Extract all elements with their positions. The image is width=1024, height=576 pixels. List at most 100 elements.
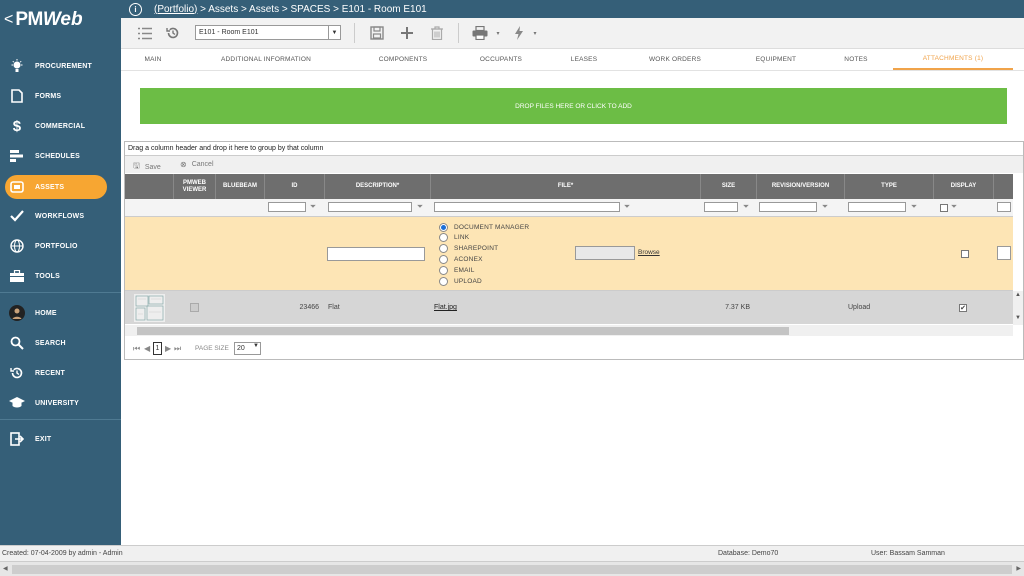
info-icon[interactable]: i	[129, 2, 142, 16]
chevron-down-icon[interactable]: ▾	[527, 25, 543, 41]
breadcrumb-portfolio-link[interactable]: (Portfolio)	[154, 4, 197, 15]
sidebar-item-portfolio[interactable]: PORTFOLIO	[0, 234, 121, 258]
revision-filter-input[interactable]	[759, 202, 817, 212]
vertical-scrollbar[interactable]: ▲ ▼	[1013, 291, 1023, 325]
filter-icon[interactable]: ⏷	[622, 202, 632, 212]
scroll-up-icon[interactable]: ▲	[1015, 292, 1021, 298]
page-horizontal-scrollbar[interactable]: ◀ ▶	[0, 561, 1024, 576]
source-option-email[interactable]: EMAIL	[439, 265, 475, 275]
radio-button[interactable]	[439, 254, 448, 264]
collapse-chevron-icon[interactable]: <	[4, 11, 13, 29]
chevron-down-icon[interactable]: ▼	[253, 343, 259, 349]
page-size-select[interactable]: 20 ▼	[234, 342, 261, 355]
tab-components[interactable]: COMPONENTS	[361, 49, 445, 70]
column-header-display[interactable]: DISPLAY	[934, 174, 994, 199]
pmweb-logo[interactable]: < PM Web	[0, 0, 121, 40]
column-header-description[interactable]: DESCRIPTION*	[325, 174, 431, 199]
list-view-icon[interactable]	[137, 25, 153, 41]
radio-button[interactable]	[439, 222, 448, 232]
browse-link[interactable]: Browse	[638, 249, 660, 256]
scroll-down-icon[interactable]: ▼	[1015, 315, 1021, 321]
tab-additional-information[interactable]: ADDITIONAL INFORMATION	[207, 49, 325, 70]
display-filter-checkbox[interactable]	[939, 203, 949, 213]
source-option-upload[interactable]: UPLOAD	[439, 276, 482, 286]
sidebar-item-home[interactable]: HOME	[0, 301, 121, 325]
tab-main[interactable]: MAIN	[121, 49, 185, 70]
source-option-link[interactable]: LINK	[439, 232, 469, 242]
radio-button[interactable]	[439, 232, 448, 242]
file-path-input[interactable]	[575, 246, 635, 260]
extra-filter-input[interactable]	[997, 202, 1011, 212]
add-icon[interactable]	[399, 25, 415, 41]
sidebar-item-university[interactable]: UNIVERSITY	[0, 391, 121, 415]
radio-button[interactable]	[439, 265, 448, 275]
sidebar-item-commercial[interactable]: $ COMMERCIAL	[0, 114, 121, 138]
filter-icon[interactable]: ⏷	[308, 202, 318, 212]
sidebar-item-exit[interactable]: EXIT	[0, 427, 121, 451]
source-option-sharepoint[interactable]: SHAREPOINT	[439, 243, 498, 253]
radio-button[interactable]	[439, 276, 448, 286]
record-select[interactable]: E101 - Room E101 ▼	[195, 25, 341, 40]
tab-occupants[interactable]: OCCUPANTS	[461, 49, 541, 70]
filter-icon[interactable]: ⏷	[415, 202, 425, 212]
sidebar-item-procurement[interactable]: PROCUREMENT	[0, 54, 121, 78]
filter-icon[interactable]: ⏷	[909, 202, 919, 212]
current-page[interactable]: 1	[153, 342, 162, 355]
lightning-icon[interactable]	[511, 25, 527, 41]
sidebar-item-workflows[interactable]: WORKFLOWS	[0, 204, 121, 228]
prev-page-icon[interactable]: ◀	[144, 344, 150, 353]
sidebar-item-assets[interactable]: ASSETS	[5, 175, 107, 199]
table-row[interactable]: 23466 Flat Flat.jpg 7.37 KB Upload ✔	[125, 291, 1013, 324]
tab-work-orders[interactable]: WORK ORDERS	[627, 49, 723, 70]
description-input[interactable]	[327, 247, 425, 261]
column-header-pmweb-viewer[interactable]: PMWEB VIEWER	[174, 174, 216, 199]
type-filter-input[interactable]	[848, 202, 906, 212]
scroll-left-icon[interactable]: ◀	[3, 565, 8, 572]
sidebar-item-search[interactable]: SEARCH	[0, 331, 121, 355]
print-icon[interactable]	[472, 25, 488, 41]
filter-icon[interactable]: ⏷	[741, 202, 751, 212]
trash-icon[interactable]	[429, 25, 445, 41]
column-header-revision[interactable]: REVISION/VERSION	[757, 174, 845, 199]
source-option-document-manager[interactable]: DOCUMENT MANAGER	[439, 222, 529, 232]
id-filter-input[interactable]	[268, 202, 306, 212]
history-icon[interactable]	[165, 25, 181, 41]
pmweb-viewer-icon[interactable]	[190, 291, 199, 324]
file-thumbnail[interactable]	[134, 291, 165, 324]
filter-icon[interactable]: ⏷	[949, 202, 959, 212]
description-filter-input[interactable]	[328, 202, 412, 212]
column-header-id[interactable]: ID	[265, 174, 325, 199]
tab-equipment[interactable]: EQUIPMENT	[733, 49, 819, 70]
cancel-button[interactable]: ⊗ Cancel	[180, 160, 214, 169]
horizontal-scrollbar[interactable]	[125, 325, 1013, 336]
row-display-checkbox[interactable]: ✔	[959, 291, 967, 324]
save-icon[interactable]	[369, 25, 385, 41]
sidebar-item-recent[interactable]: RECENT	[0, 361, 121, 385]
tab-leases[interactable]: LEASES	[551, 49, 617, 70]
last-page-icon[interactable]: ⏭	[174, 344, 181, 354]
scrollbar-thumb[interactable]	[137, 327, 789, 335]
sidebar-item-forms[interactable]: FORMS	[0, 84, 121, 108]
tab-attachments[interactable]: ATTACHMENTS (1)	[893, 49, 1013, 70]
save-button[interactable]: 🖫 Save	[133, 160, 161, 174]
sidebar-item-schedules[interactable]: SCHEDULES	[0, 144, 121, 168]
column-header-bluebeam[interactable]: BLUEBEAM	[216, 174, 265, 199]
tab-notes[interactable]: NOTES	[829, 49, 883, 70]
group-by-hint[interactable]: Drag a column header and drop it here to…	[125, 142, 1023, 156]
scrollbar-thumb[interactable]	[12, 565, 1012, 574]
column-header-type[interactable]: TYPE	[845, 174, 934, 199]
size-filter-input[interactable]	[704, 202, 738, 212]
chevron-down-icon[interactable]: ▼	[328, 26, 340, 39]
display-checkbox[interactable]	[961, 250, 969, 258]
filter-icon[interactable]: ⏷	[820, 202, 830, 212]
scroll-right-icon[interactable]: ▶	[1016, 565, 1021, 572]
source-option-aconex[interactable]: ACONEX	[439, 254, 483, 264]
column-header-size[interactable]: SIZE	[701, 174, 757, 199]
extra-input[interactable]	[997, 246, 1011, 260]
radio-button[interactable]	[439, 243, 448, 253]
file-drop-zone[interactable]: DROP FILES HERE OR CLICK TO ADD	[140, 88, 1007, 124]
column-header-file[interactable]: FILE*	[431, 174, 701, 199]
sidebar-item-tools[interactable]: TOOLS	[0, 264, 121, 288]
row-file-link[interactable]: Flat.jpg	[434, 291, 457, 324]
chevron-down-icon[interactable]: ▾	[490, 25, 506, 41]
